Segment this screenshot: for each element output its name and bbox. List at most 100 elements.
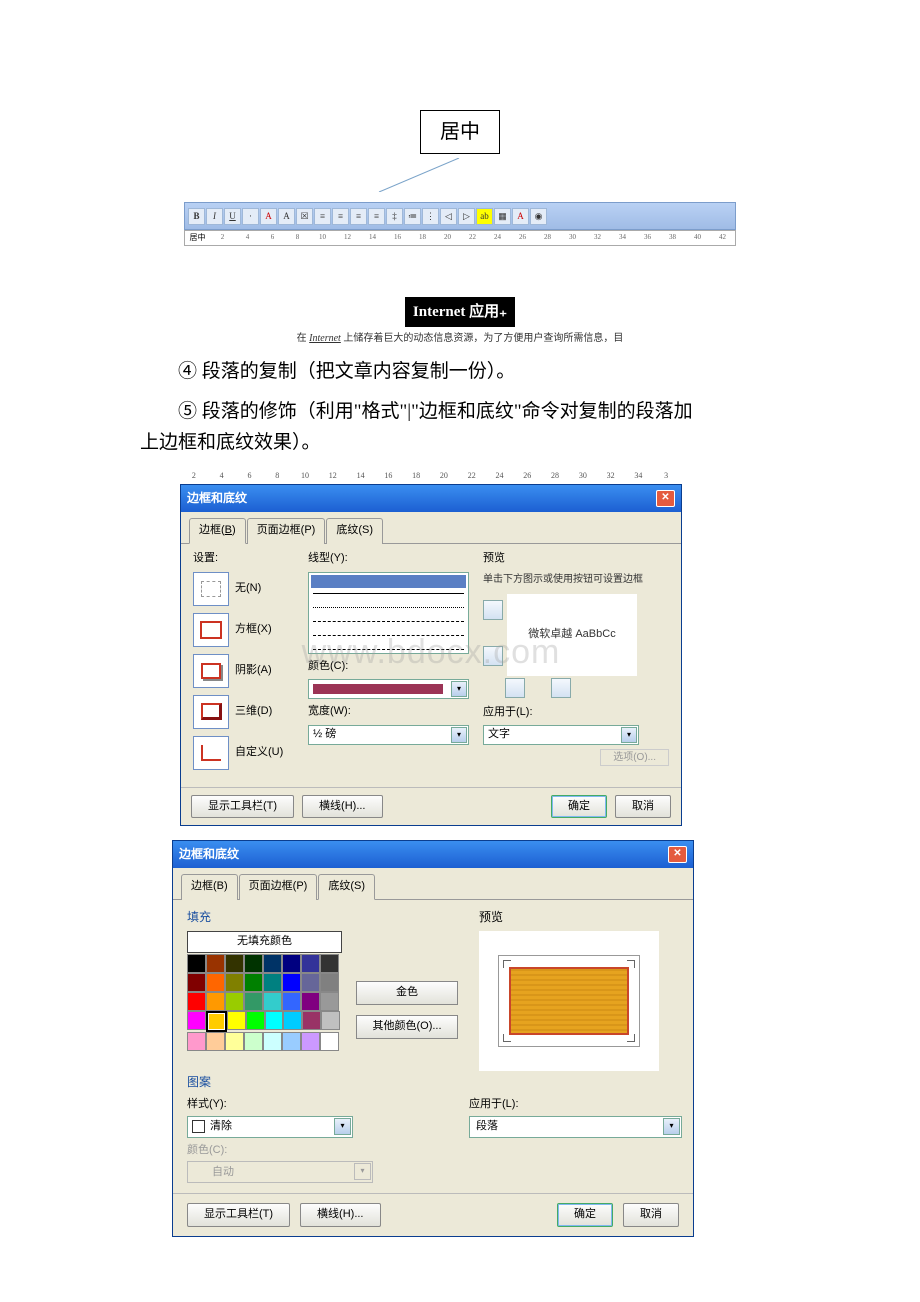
close-icon[interactable]: ✕	[668, 846, 687, 863]
apply-label: 应用于(L):	[483, 704, 669, 722]
color-swatch[interactable]	[263, 973, 282, 992]
color-swatch[interactable]	[206, 992, 225, 1011]
border-button[interactable]: ▦	[494, 208, 511, 225]
preview-left-button[interactable]	[505, 678, 525, 698]
tab-borders[interactable]: 边框(B)	[189, 518, 246, 544]
setting-custom-icon[interactable]	[193, 736, 229, 770]
apply2-dropdown[interactable]: 段落▾	[469, 1116, 682, 1138]
color-swatch[interactable]	[244, 954, 263, 973]
color-swatch[interactable]	[283, 1011, 302, 1030]
increase-indent-button[interactable]: ▷	[458, 208, 475, 225]
color-swatch[interactable]	[301, 954, 320, 973]
no-fill-button[interactable]: 无填充颜色	[187, 931, 342, 953]
style-dropdown[interactable]: 清除▾	[187, 1116, 353, 1138]
color-swatch[interactable]	[301, 1032, 320, 1051]
color-swatch[interactable]	[206, 973, 225, 992]
preview-bottom-button[interactable]	[483, 646, 503, 666]
color-swatch[interactable]	[225, 1032, 244, 1051]
preview-right-button[interactable]	[551, 678, 571, 698]
color-swatch[interactable]	[244, 1032, 263, 1051]
ok-button[interactable]: 确定	[551, 795, 607, 819]
font-color-a-button[interactable]: A	[260, 208, 277, 225]
close-icon[interactable]: ✕	[656, 490, 675, 507]
color-swatch[interactable]	[187, 954, 206, 973]
color-swatch[interactable]	[206, 954, 225, 973]
bold-button[interactable]: B	[188, 208, 205, 225]
color-swatch[interactable]	[187, 1032, 206, 1051]
color-swatch-gold-selected[interactable]	[206, 1011, 227, 1032]
dialog1-tabs: 边框(B) 页面边框(P) 底纹(S)	[181, 512, 681, 544]
tab-shading[interactable]: 底纹(S)	[318, 874, 375, 900]
preview-view: 微软卓越 AaBbCc	[507, 594, 637, 676]
color-swatch[interactable]	[263, 954, 282, 973]
color-dropdown[interactable]: ▾	[308, 679, 469, 699]
color-swatch[interactable]	[320, 973, 339, 992]
setting-none-icon[interactable]	[193, 572, 229, 606]
font-size-a-button[interactable]: A	[278, 208, 295, 225]
linetype-listbox[interactable]	[308, 572, 469, 654]
more-colors-button[interactable]: 其他颜色(O)...	[356, 1015, 458, 1039]
align-center-button[interactable]: ≡	[332, 208, 349, 225]
decrease-indent-button[interactable]: ◁	[440, 208, 457, 225]
align-left-button[interactable]: ≡	[314, 208, 331, 225]
color-swatch[interactable]	[263, 1032, 282, 1051]
color-swatch[interactable]	[301, 973, 320, 992]
setting-3d-icon[interactable]	[193, 695, 229, 729]
preview-top-button[interactable]	[483, 600, 503, 620]
show-toolbar-button[interactable]: 显示工具栏(T)	[187, 1203, 290, 1227]
cancel-button[interactable]: 取消	[623, 1203, 679, 1227]
color-swatch[interactable]	[321, 1011, 340, 1030]
justify-button[interactable]: ≡	[368, 208, 385, 225]
ok-button[interactable]: 确定	[557, 1203, 613, 1227]
color-swatch[interactable]	[225, 973, 244, 992]
color-swatch[interactable]	[320, 992, 339, 1011]
color-swatch[interactable]	[244, 992, 263, 1011]
color-swatch[interactable]	[227, 1011, 246, 1030]
tab-borders[interactable]: 边框(B)	[181, 874, 238, 900]
bullets-button[interactable]: ⋮	[422, 208, 439, 225]
color-swatch[interactable]	[282, 954, 301, 973]
color-swatch[interactable]	[187, 1011, 206, 1030]
tab-page-border[interactable]: 页面边框(P)	[239, 874, 318, 900]
width-dropdown[interactable]: ½ 磅▾	[308, 725, 469, 745]
step-5-text-line2: 上边框和底纹效果）。	[140, 428, 780, 458]
color-swatch[interactable]	[187, 992, 206, 1011]
color-swatch[interactable]	[263, 992, 282, 1011]
shape-button[interactable]: ◉	[530, 208, 547, 225]
cancel-button[interactable]: 取消	[615, 795, 671, 819]
horizontal-line-button[interactable]: 横线(H)...	[302, 795, 382, 819]
tab-page-border[interactable]: 页面边框(P)	[247, 518, 326, 544]
color-swatch[interactable]	[246, 1011, 265, 1030]
show-toolbar-button[interactable]: 显示工具栏(T)	[191, 795, 294, 819]
align-right-button[interactable]: ≡	[350, 208, 367, 225]
color-swatch[interactable]	[282, 992, 301, 1011]
font-color-button[interactable]: A	[512, 208, 529, 225]
numbering-button[interactable]: ≔	[404, 208, 421, 225]
font-a-button[interactable]: ·	[242, 208, 259, 225]
highlight-button[interactable]: ab	[476, 208, 493, 225]
color-swatch[interactable]	[282, 1032, 301, 1051]
settings-label: 设置:	[193, 550, 298, 568]
color-swatch[interactable]	[206, 1032, 225, 1051]
setting-shadow-icon[interactable]	[193, 654, 229, 688]
color-swatch[interactable]	[225, 954, 244, 973]
color-swatch[interactable]	[320, 954, 339, 973]
color-swatch[interactable]	[265, 1011, 284, 1030]
color-swatch[interactable]	[225, 992, 244, 1011]
underline-button[interactable]: U	[224, 208, 241, 225]
color-swatch[interactable]	[187, 973, 206, 992]
line-spacing-button[interactable]: ‡	[386, 208, 403, 225]
setting-box-icon[interactable]	[193, 613, 229, 647]
color-swatch[interactable]	[320, 1032, 339, 1051]
tab-shading[interactable]: 底纹(S)	[326, 518, 383, 544]
color-swatch[interactable]	[282, 973, 301, 992]
horizontal-line-button[interactable]: 横线(H)...	[300, 1203, 380, 1227]
setting-custom-label: 自定义(U)	[235, 744, 283, 762]
char-border-button[interactable]: ☒	[296, 208, 313, 225]
color-swatch[interactable]	[301, 992, 320, 1011]
preview2-view	[479, 931, 659, 1071]
color-swatch[interactable]	[244, 973, 263, 992]
color-swatch[interactable]	[302, 1011, 321, 1030]
italic-button[interactable]: I	[206, 208, 223, 225]
apply-dropdown[interactable]: 文字▾	[483, 725, 639, 745]
